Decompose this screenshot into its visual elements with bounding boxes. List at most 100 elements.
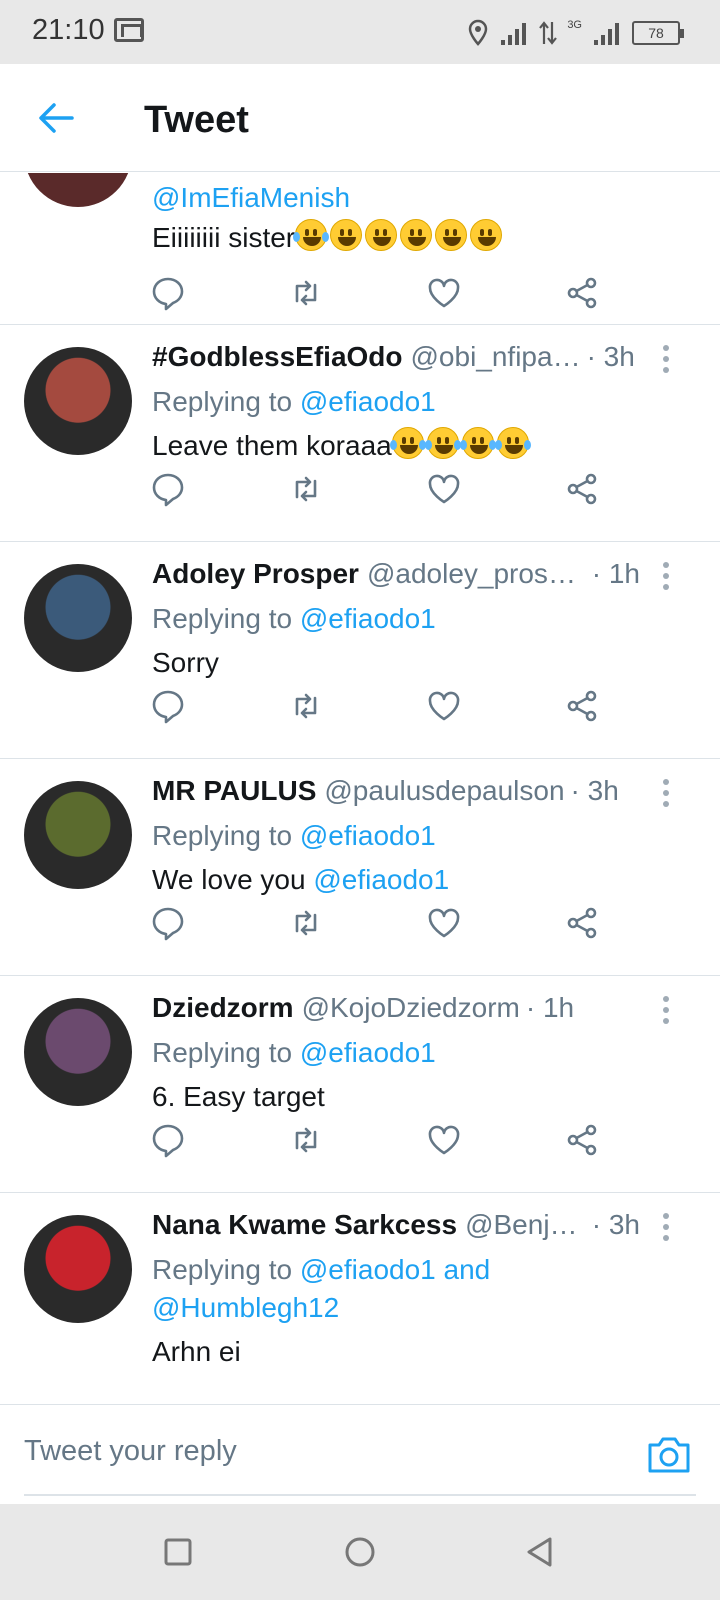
tweet-timestamp: · 1h [591, 558, 640, 589]
more-options-icon[interactable] [656, 558, 676, 594]
author-name[interactable]: #GodblessEfiaOdo [152, 341, 403, 373]
author-handle[interactable]: @paulusdepaulson [324, 775, 564, 807]
tweet-actions [150, 1122, 620, 1162]
author-handle[interactable]: @adoley_prosp… [367, 558, 586, 590]
tweet-partial[interactable]: @ImEfiaMenish Eiiiiiiii sister [0, 173, 720, 325]
tweet-text: We love you @efiaodo1 [152, 861, 680, 899]
recents-button[interactable] [158, 1532, 198, 1572]
grinning-face-emoji-icon [330, 219, 363, 251]
tears-of-joy-emoji-icon [389, 427, 426, 459]
tweet-text: Eiiiiiiii sister [152, 219, 680, 257]
avatar[interactable] [24, 173, 132, 207]
home-button[interactable] [340, 1532, 380, 1572]
avatar[interactable] [24, 347, 132, 455]
reply-icon[interactable] [150, 275, 190, 315]
retweet-icon[interactable] [288, 1122, 328, 1162]
author-handle[interactable]: @KojoDziedzorm [302, 992, 520, 1024]
back-arrow-icon[interactable] [34, 96, 78, 140]
status-icons: 3G 78 [467, 16, 684, 50]
avatar[interactable] [24, 998, 132, 1106]
tears-of-joy-emoji-icon [494, 427, 531, 459]
tweet-timestamp: · 3h [591, 1209, 640, 1240]
mention-link[interactable]: @efiaodo1 [313, 864, 449, 895]
tweet[interactable]: Nana Kwame Sarkcess @Benja… · 3h Replying t… [0, 1193, 720, 1403]
tweet-actions [150, 275, 620, 315]
author-name[interactable]: Nana Kwame Sarkcess [152, 1209, 457, 1241]
like-icon[interactable] [426, 275, 466, 315]
network-type: 3G [567, 19, 582, 31]
tweet-actions [150, 905, 620, 945]
more-options-icon[interactable] [656, 1209, 676, 1245]
tweet-timestamp: · 3h [586, 341, 635, 372]
camera-icon[interactable] [646, 1433, 692, 1475]
share-icon[interactable] [564, 275, 604, 315]
author-handle[interactable]: @obi_nfipa… [411, 341, 581, 373]
tweet-body: Arhn ei [152, 1336, 241, 1367]
page-title: Tweet [144, 99, 249, 141]
reply-to-link[interactable]: @efiaodo1 [300, 820, 436, 851]
reply-to-link[interactable]: @ImEfiaMenish [152, 182, 350, 213]
status-time: 21:10 [32, 14, 105, 46]
tears-of-joy-emoji-icon [459, 427, 496, 459]
battery-icon: 78 [632, 21, 684, 45]
tweet[interactable]: Dziedzorm @KojoDziedzorm · 1h Replying to @… [0, 976, 720, 1193]
like-icon[interactable] [426, 688, 466, 728]
reply-icon[interactable] [150, 471, 190, 511]
more-options-icon[interactable] [656, 992, 676, 1028]
system-nav-bar [0, 1504, 720, 1600]
reply-composer[interactable]: Tweet your reply [0, 1404, 720, 1504]
tweet-timestamp: · 3h [570, 775, 619, 806]
reply-feed[interactable]: @ImEfiaMenish Eiiiiiiii sister #Godbless… [0, 173, 720, 1403]
share-icon[interactable] [564, 688, 604, 728]
reply-to-link[interactable]: @efiaodo1 [300, 386, 436, 417]
avatar[interactable] [24, 564, 132, 672]
replying-to-label: Replying to [152, 603, 293, 634]
grinning-face-emoji-icon [435, 219, 468, 251]
share-icon[interactable] [564, 1122, 604, 1162]
tweet-text: Arhn ei [152, 1333, 680, 1371]
status-bar: 21:10 3G 78 [0, 0, 720, 64]
back-button[interactable] [520, 1532, 560, 1572]
signal-icon [501, 23, 527, 45]
retweet-icon[interactable] [288, 905, 328, 945]
share-icon[interactable] [564, 905, 604, 945]
tweet[interactable]: #GodblessEfiaOdo @obi_nfipa… · 3h Replying … [0, 325, 720, 542]
reply-icon[interactable] [150, 688, 190, 728]
like-icon[interactable] [426, 471, 466, 511]
avatar[interactable] [24, 781, 132, 889]
reply-to-link[interactable]: @efiaodo1 and [300, 1254, 490, 1285]
signal-icon-2 [594, 23, 619, 45]
reply-to-link-2[interactable]: @Humblegh12 [152, 1292, 339, 1323]
replying-to: Replying to @efiaodo1 [152, 1034, 680, 1072]
tweet-header: Dziedzorm @KojoDziedzorm · 1h [152, 992, 640, 1028]
like-icon[interactable] [426, 905, 466, 945]
author-name[interactable]: Dziedzorm [152, 992, 294, 1024]
tweet[interactable]: MR PAULUS @paulusdepaulson · 3h Replying to… [0, 759, 720, 976]
author-name[interactable]: Adoley Prosper [152, 558, 359, 590]
retweet-icon[interactable] [288, 471, 328, 511]
reply-icon[interactable] [150, 1122, 190, 1162]
data-transfer-icon [539, 21, 558, 45]
share-icon[interactable] [564, 471, 604, 511]
replying-to: Replying to @efiaodo1 [152, 817, 680, 855]
replying-to-label: Replying to [152, 1037, 293, 1068]
tweet-actions [150, 471, 620, 511]
reply-to-link[interactable]: @efiaodo1 [300, 603, 436, 634]
like-icon[interactable] [426, 1122, 466, 1162]
tweet-body: Leave them koraaa [152, 430, 392, 461]
retweet-icon[interactable] [288, 688, 328, 728]
replying-to: Replying to @efiaodo1 [152, 600, 680, 638]
more-options-icon[interactable] [656, 341, 676, 377]
avatar[interactable] [24, 1215, 132, 1323]
author-handle[interactable]: @Benja… [465, 1209, 586, 1241]
reply-input[interactable]: Tweet your reply [24, 1435, 237, 1468]
tweet[interactable]: Adoley Prosper @adoley_prosp… · 1h Replying… [0, 542, 720, 759]
author-name[interactable]: MR PAULUS [152, 775, 316, 807]
retweet-icon[interactable] [288, 275, 328, 315]
more-options-icon[interactable] [656, 775, 676, 811]
reply-to-link[interactable]: @efiaodo1 [300, 1037, 436, 1068]
top-app-bar: Tweet [0, 64, 720, 172]
tweet-header: #GodblessEfiaOdo @obi_nfipa… · 3h [152, 341, 640, 377]
reply-icon[interactable] [150, 905, 190, 945]
tweet-text: 6. Easy target [152, 1078, 680, 1116]
